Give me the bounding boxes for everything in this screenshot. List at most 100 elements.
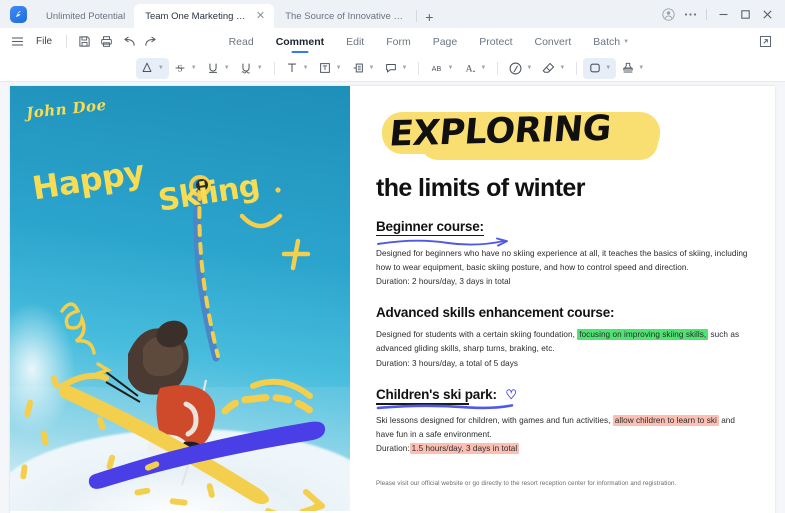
- chevron-down-icon[interactable]: ▼: [638, 65, 644, 71]
- chevron-down-icon[interactable]: ▼: [605, 65, 611, 71]
- ribbon-tab-comment[interactable]: Comment: [265, 28, 335, 55]
- tab-label: Team One Marketing Str...: [145, 10, 249, 22]
- application-window: Unlimited Potential Team One Marketing S…: [0, 0, 785, 513]
- tab-team-one-marketing[interactable]: Team One Marketing Str... ✕: [134, 4, 275, 28]
- hamburger-menu-icon[interactable]: [8, 32, 27, 51]
- ribbon-tab-label: Form: [386, 35, 411, 48]
- duration-label: Duration:: [376, 443, 410, 453]
- underline-icon: [204, 59, 223, 78]
- sticky-note-tool[interactable]: ▼: [380, 58, 413, 79]
- title-bar: Unlimited Potential Team One Marketing S…: [0, 0, 785, 28]
- account-avatar-icon[interactable]: [658, 4, 678, 24]
- menu-bar: File Read Comment Edit Form Page Protect…: [0, 28, 785, 55]
- menu-left-group: File: [8, 32, 160, 51]
- maximize-icon[interactable]: [735, 4, 755, 24]
- body-text-pre: Ski lessons designed for children, with …: [376, 415, 611, 425]
- chevron-down-icon[interactable]: ▼: [447, 65, 453, 71]
- expand-window-icon[interactable]: [755, 31, 777, 53]
- blue-arrow-annotation[interactable]: [376, 237, 516, 249]
- ribbon-tab-label: Protect: [479, 35, 513, 48]
- ribbon-tab-page[interactable]: Page: [422, 28, 469, 55]
- shape-tool[interactable]: ▼: [583, 57, 617, 79]
- highlight-tool[interactable]: ▼: [135, 57, 169, 79]
- section-body: Designed for beginners who have no skiin…: [376, 249, 748, 273]
- document-viewport[interactable]: John Doe Happy Skiing EXPLORING the limi…: [0, 82, 785, 513]
- tab-unlimited-potential[interactable]: Unlimited Potential: [35, 4, 134, 28]
- chevron-down-icon[interactable]: ▼: [369, 65, 375, 71]
- green-highlight-annotation[interactable]: focusing on improving skiing skills,: [577, 329, 709, 341]
- ribbon-tab-read[interactable]: Read: [218, 28, 265, 55]
- file-menu-button[interactable]: File: [30, 36, 58, 47]
- heading-underline: [376, 234, 484, 236]
- text-box-icon: [316, 59, 335, 78]
- underline-tool[interactable]: ▼: [202, 58, 235, 79]
- chevron-down-icon[interactable]: ▼: [191, 65, 197, 71]
- chevron-down-icon[interactable]: ▼: [402, 65, 408, 71]
- save-icon[interactable]: [75, 32, 94, 51]
- ribbon-tab-form[interactable]: Form: [375, 28, 422, 55]
- ribbon-tab-label: Page: [432, 35, 458, 48]
- chevron-down-icon[interactable]: ▼: [257, 65, 263, 71]
- sticky-note-icon: [382, 59, 401, 78]
- squiggly-underline-tool[interactable]: ▼: [235, 58, 268, 79]
- ribbon-tab-label: Edit: [346, 35, 365, 48]
- print-icon[interactable]: [97, 32, 116, 51]
- eraser-tool[interactable]: ▼: [537, 58, 570, 79]
- dashed-curve-doodle: [221, 395, 257, 415]
- section-heading: Beginner course:: [376, 219, 484, 236]
- tab-strip: Unlimited Potential Team One Marketing S…: [35, 0, 658, 28]
- text-box-tool[interactable]: ▼: [314, 58, 347, 79]
- body-text-pre: Designed for students with a certain ski…: [376, 330, 575, 340]
- tab-label: The Source of Innovative In...: [285, 10, 406, 22]
- undo-icon[interactable]: [119, 32, 138, 51]
- chevron-down-icon[interactable]: ▼: [480, 65, 486, 71]
- pen-tool[interactable]: ▼: [504, 58, 537, 79]
- more-options-icon[interactable]: [680, 4, 700, 24]
- ribbon-tab-convert[interactable]: Convert: [524, 28, 583, 55]
- chevron-down-icon[interactable]: ▼: [303, 65, 309, 71]
- highlight-icon: [138, 59, 157, 78]
- section-duration: Duration: 1.5 hours/day, 3 days in total: [376, 442, 751, 456]
- chevron-down-icon[interactable]: ▼: [336, 65, 342, 71]
- section-body: Designed for students with a certain ski…: [376, 328, 751, 356]
- toolbar-divider: [418, 61, 420, 75]
- section-childrens-park: Children's ski park: ♡ Ski lessons desig…: [376, 386, 753, 456]
- section-advanced-course: Advanced skills enhancement course: Desi…: [376, 304, 753, 370]
- pink-highlight-annotation[interactable]: 1.5 hours/day, 3 days in total: [409, 442, 520, 454]
- font-style-tool[interactable]: A ▼: [458, 58, 491, 79]
- ribbon-tab-edit[interactable]: Edit: [335, 28, 375, 55]
- tab-source-of-innovative[interactable]: The Source of Innovative In...: [274, 4, 414, 28]
- strikethrough-tool[interactable]: S ▼: [169, 58, 202, 79]
- tab-close-icon[interactable]: ✕: [256, 10, 265, 22]
- page-scrollbar[interactable]: [768, 88, 774, 513]
- redo-icon[interactable]: [141, 32, 160, 51]
- svg-text:AB: AB: [432, 64, 442, 73]
- section-duration: Duration: 3 hours/day, a total of 5 days: [376, 358, 519, 368]
- ribbon-tab-label: Convert: [534, 35, 572, 48]
- chevron-down-icon[interactable]: ▼: [224, 65, 230, 71]
- squiggly-underline-icon: [237, 59, 256, 78]
- stamp-tool[interactable]: ▼: [616, 58, 649, 79]
- section-heading: Advanced skills enhancement course:: [376, 305, 615, 321]
- text-replace-tool[interactable]: AB ▼: [425, 58, 458, 79]
- dashed-curve-doodle: [249, 394, 315, 415]
- chevron-down-icon[interactable]: ▼: [559, 65, 565, 71]
- squiggle-doodle: [60, 302, 96, 355]
- text-tool[interactable]: ▼: [281, 58, 314, 79]
- chevron-down-icon[interactable]: ▼: [158, 65, 164, 71]
- pink-highlight-annotation[interactable]: allow children to learn to ski: [612, 414, 719, 426]
- ribbon-tab-protect[interactable]: Protect: [468, 28, 523, 55]
- new-tab-button[interactable]: +: [425, 10, 433, 24]
- yellow-arc-doodle: [59, 372, 109, 389]
- callout-tool[interactable]: ▼: [347, 58, 380, 79]
- close-icon[interactable]: [757, 4, 777, 24]
- toolbar-divider: [497, 61, 499, 75]
- blue-underline-annotation[interactable]: [376, 403, 526, 412]
- svg-text:S: S: [178, 64, 183, 75]
- minimize-icon[interactable]: [713, 4, 733, 24]
- ribbon-tab-batch[interactable]: Batch ▼: [582, 28, 640, 55]
- chevron-down-icon[interactable]: ▼: [526, 65, 532, 71]
- document-text-content: EXPLORING the limits of winter Beginner …: [350, 86, 775, 513]
- strikethrough-icon: S: [171, 59, 190, 78]
- tab-divider: [416, 10, 418, 22]
